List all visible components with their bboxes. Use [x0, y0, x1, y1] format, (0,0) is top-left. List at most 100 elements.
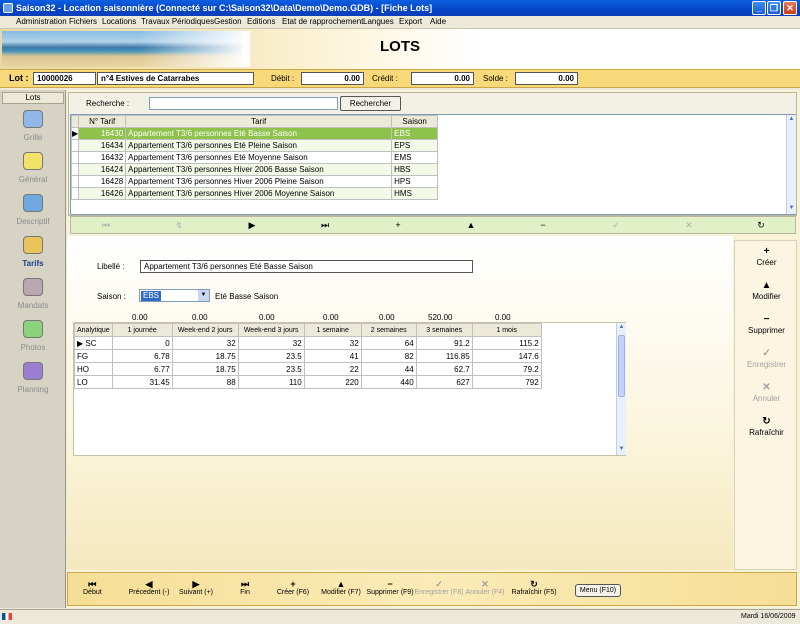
menu-administration[interactable]: Administration [16, 17, 67, 26]
saison-select-value: EBS [141, 291, 162, 301]
scroll-up-icon[interactable]: ▲ [787, 115, 796, 124]
libelle-field[interactable]: Appartement T3/6 personnes Eté Basse Sai… [140, 260, 473, 273]
scroll-down-icon[interactable]: ▼ [787, 204, 796, 213]
scroll-down-icon[interactable]: ▼ [617, 445, 626, 454]
minus-icon: − [387, 579, 393, 589]
scrollbar-thumb[interactable] [618, 335, 625, 397]
sidebar-item-mandats[interactable]: Mandats [0, 278, 66, 318]
nav-prior-icon[interactable]: ↯ [169, 220, 189, 231]
page-title: LOTS [380, 38, 420, 55]
credit-label: Crédit : [372, 74, 398, 83]
previous-button[interactable]: ◀ Précedent (-) [125, 579, 173, 596]
sidebar-item-planning[interactable]: Planning [0, 362, 66, 402]
refresh-button[interactable]: ↻ Rafraîchir [735, 416, 798, 437]
next-button[interactable]: ▶ Suivant (+) [176, 579, 216, 596]
app-icon [3, 3, 13, 13]
col-weekend-3[interactable]: Week-end 3 jours [237, 323, 305, 337]
maximize-button[interactable]: ❐ [767, 1, 781, 15]
tarif-grid-scrollbar[interactable]: ▲ ▼ [786, 115, 796, 214]
menu-f10-button[interactable]: Menu (F10) [575, 584, 621, 597]
price-grid[interactable]: Analytique 1 journée Week-end 2 jours We… [73, 322, 626, 456]
search-input[interactable] [149, 97, 338, 110]
total-1-journee: 0.00 [132, 313, 148, 322]
lot-bar: Lot : 10000026 n°4 Estives de Catarrabes… [0, 69, 800, 88]
col-weekend-2[interactable]: Week-end 2 jours [171, 323, 239, 337]
menu-gestion[interactable]: Gestion [214, 17, 242, 26]
menu-rapprochement[interactable]: Etat de rapprochement [282, 17, 363, 26]
debit-label: Débit : [271, 74, 295, 83]
solde-label: Solde : [483, 74, 508, 83]
plus-icon: + [763, 246, 770, 257]
col-1-semaine[interactable]: 1 semaine [303, 323, 362, 337]
col-saison[interactable]: Saison [391, 115, 439, 128]
table-row[interactable]: FG 6.78 18.75 23.5 41 82 116.85 147.6 [74, 349, 542, 363]
sidebar-item-general[interactable]: Général [0, 152, 66, 192]
nav-insert-icon[interactable]: + [388, 220, 408, 230]
save-button[interactable]: ✓ Enregistrer [735, 348, 798, 369]
sidebar-item-grille[interactable]: Grille [0, 110, 66, 150]
sidebar-item-descriptif[interactable]: Descriptif [0, 194, 66, 234]
table-row[interactable]: 16428 Appartement T3/6 personnes Hiver 2… [70, 175, 439, 188]
menu-locations[interactable]: Locations [102, 17, 136, 26]
col-analytique[interactable]: Analytique [74, 323, 113, 337]
col-3-semaines[interactable]: 3 semaines [415, 323, 473, 337]
menu-aide[interactable]: Aide [430, 17, 446, 26]
minimize-button[interactable]: _ [752, 1, 766, 15]
last-button[interactable]: ⏭ Fin [230, 579, 260, 596]
delete-f9-button[interactable]: − Supprimer (F9) [365, 579, 415, 596]
total-weekend-2: 0.00 [192, 313, 208, 322]
save-f8-button[interactable]: ✓ Enregistrer (F8) [414, 579, 464, 596]
menu-fichiers[interactable]: Fichiers [69, 17, 97, 26]
first-icon: ⏮ [88, 579, 97, 589]
nav-refresh-icon[interactable]: ↻ [751, 220, 771, 231]
col-1-journee[interactable]: 1 journée [111, 323, 173, 337]
col-tarif[interactable]: Tarif [125, 115, 393, 128]
lot-number-field[interactable]: 10000026 [33, 72, 96, 85]
col-num-tarif[interactable]: N° Tarif [78, 115, 127, 128]
table-row[interactable]: ▶ 16430 Appartement T3/6 personnes Eté B… [70, 127, 439, 140]
nav-cancel-icon[interactable]: ✕ [679, 220, 699, 231]
sidebar-item-tarifs[interactable]: Tarifs [0, 236, 66, 276]
tarif-grid[interactable]: N° Tarif Tarif Saison ▶ 16430 Appartemen… [70, 114, 796, 215]
table-row[interactable]: 16426 Appartement T3/6 personnes Hiver 2… [70, 187, 439, 200]
first-button[interactable]: ⏮ Début [83, 579, 102, 596]
nav-last-icon[interactable]: ⏭ [315, 220, 335, 231]
delete-button[interactable]: − Supprimer [735, 314, 798, 335]
cross-icon: ✕ [762, 382, 771, 393]
nav-next-icon[interactable]: ▶ [242, 220, 262, 231]
menu-langues[interactable]: Langues [363, 17, 394, 26]
create-f6-button[interactable]: + Créer (F6) [273, 579, 313, 596]
menu-export[interactable]: Export [399, 17, 422, 26]
modify-f7-button[interactable]: ▲ Modifier (F7) [319, 579, 363, 596]
table-row[interactable]: 16434 Appartement T3/6 personnes Eté Ple… [70, 139, 439, 152]
title-bar[interactable]: Saison32 - Location saisonnière (Connect… [0, 0, 800, 16]
scroll-up-icon[interactable]: ▲ [617, 323, 626, 332]
col-1-mois[interactable]: 1 mois [471, 323, 542, 337]
refresh-f5-button[interactable]: ↻ Rafraîchir (F5) [509, 579, 559, 596]
create-button[interactable]: + Créer [735, 246, 798, 267]
cancel-button[interactable]: ✕ Annuler [735, 382, 798, 403]
nav-post-icon[interactable]: ✓ [606, 220, 626, 231]
nav-edit-icon[interactable]: ▲ [461, 220, 481, 230]
grille-icon [23, 110, 43, 128]
saison-select[interactable]: EBS ▼ [139, 289, 210, 302]
table-row[interactable]: ▶ SC 0 32 32 32 64 91.2 115.2 [74, 336, 542, 350]
nav-first-icon[interactable]: ⏮ [96, 220, 116, 231]
col-2-semaines[interactable]: 2 semaines [360, 323, 417, 337]
table-row[interactable]: 16424 Appartement T3/6 personnes Hiver 2… [70, 163, 439, 176]
price-grid-scrollbar[interactable]: ▲ ▼ [616, 323, 626, 455]
photos-icon [23, 320, 43, 338]
menu-travaux[interactable]: Travaux Périodiques [141, 17, 214, 26]
table-row[interactable]: LO 31.45 88 110 220 440 627 792 [74, 375, 542, 389]
table-row[interactable]: 16432 Appartement T3/6 personnes Eté Moy… [70, 151, 439, 164]
chevron-down-icon[interactable]: ▼ [198, 290, 209, 301]
close-button[interactable]: ✕ [783, 1, 797, 15]
modify-button[interactable]: ▲ Modifier [735, 280, 798, 301]
cancel-f4-button[interactable]: ✕ Annuler (F4) [464, 579, 506, 596]
sidebar-item-photos[interactable]: Photos [0, 320, 66, 360]
menu-editions[interactable]: Editions [247, 17, 275, 26]
lot-name-field[interactable]: n°4 Estives de Catarrabes [97, 72, 254, 85]
nav-delete-icon[interactable]: − [533, 220, 553, 230]
search-button[interactable]: Rechercher [340, 96, 401, 111]
table-row[interactable]: HO 6.77 18.75 23.5 22 44 62.7 79.2 [74, 362, 542, 376]
